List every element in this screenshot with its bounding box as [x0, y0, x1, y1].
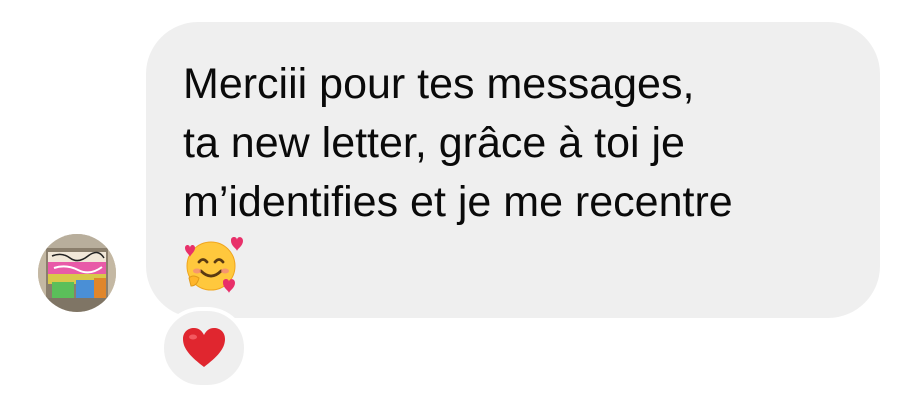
sender-avatar[interactable] — [38, 234, 116, 312]
graffiti-photo-icon — [38, 234, 116, 312]
message-line-1: Merciii pour tes messages, — [183, 60, 695, 108]
message-line-2: ta new letter, grâce à toi je — [183, 119, 685, 167]
message-bubble[interactable]: Merciii pour tes messages, ta new letter… — [146, 22, 880, 318]
reaction-badge[interactable] — [160, 307, 248, 389]
smiling-face-with-hearts-icon — [183, 234, 243, 294]
message-line-3: m’identifies et je me recentre — [183, 178, 733, 226]
red-heart-icon — [183, 328, 225, 367]
chat-message-row: Merciii pour tes messages, ta new letter… — [0, 0, 901, 406]
